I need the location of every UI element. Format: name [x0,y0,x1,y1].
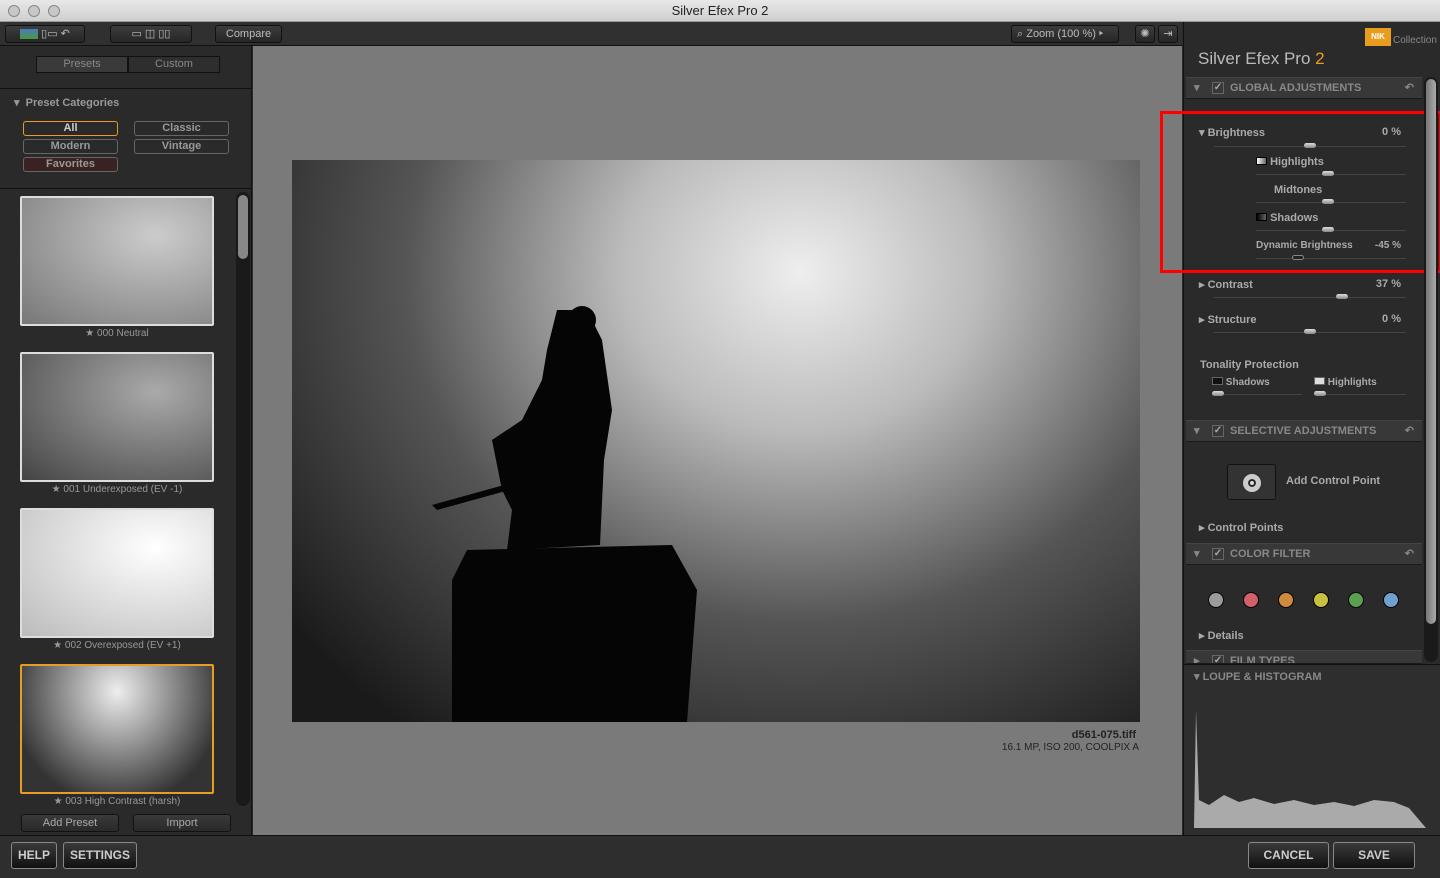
preset-label: ★ 003 High Contrast (harsh) [53,796,181,807]
preset-thumbnail[interactable] [20,352,214,482]
compare-button[interactable]: Compare [215,25,282,43]
tab-presets[interactable]: Presets [36,56,128,73]
zoom-button[interactable]: ⌕ Zoom (100 %) ▸ [1011,25,1119,43]
title-bar: Silver Efex Pro 2 [0,0,1440,22]
color-filter-header[interactable]: ▾ ✓ COLOR FILTER ↶ [1186,543,1422,565]
structure-toggle[interactable]: ▸ Structure [1199,313,1256,326]
bottom-bar: HELP SETTINGS CANCEL SAVE [0,835,1440,878]
statue-silhouette [432,306,697,722]
layout-icon: ▯▭ [41,28,58,40]
control-points-toggle[interactable]: ▸ Control Points [1199,521,1283,534]
category-favorites[interactable]: Favorites [23,157,118,172]
scrollbar-thumb[interactable] [238,195,248,259]
toolbar: ▯▭ ↶ ▭ ◫ ▯▯ Compare ⌕ Zoom (100 %) ▸ ✺ ⇥ [0,22,1182,46]
color-filter-swatch[interactable] [1278,592,1294,608]
image-icon [20,29,39,40]
loupe-histogram-panel: ▾ LOUPE & HISTOGRAM [1184,664,1440,835]
loupe-histogram-header[interactable]: ▾ LOUPE & HISTOGRAM [1194,670,1322,683]
preset-label: ★ 002 Overexposed (EV +1) [53,640,181,651]
add-control-point-label[interactable]: Add Control Point [1286,475,1380,487]
undo-icon[interactable]: ↶ [1405,544,1414,565]
minimize-button[interactable] [28,5,40,17]
tonality-highlights-slider[interactable] [1314,391,1406,396]
selective-checkbox[interactable]: ✓ [1212,425,1224,437]
close-button[interactable] [8,5,20,17]
preset-scrollbar[interactable] [236,192,250,806]
global-adjustments-header[interactable]: ▾ ✓ GLOBAL ADJUSTMENTS ↶ [1186,77,1422,99]
color-filter-checkbox[interactable]: ✓ [1212,548,1224,560]
adjustments-scrollbar[interactable] [1424,77,1438,662]
structure-slider[interactable] [1214,329,1406,334]
tab-custom[interactable]: Custom [128,56,220,73]
zoom-label: Zoom (100 %) [1026,28,1096,40]
preset-categories-header[interactable]: ▾ Preset Categories [14,96,119,109]
color-filter-swatch[interactable] [1348,592,1364,608]
background-light-button[interactable]: ✺ [1135,25,1155,43]
film-types-header[interactable]: ▸ ✓ FILM TYPES [1186,650,1422,664]
preview-image[interactable] [292,160,1140,722]
file-name: d561-075.tiff [1071,729,1136,741]
preset-thumbnail[interactable] [20,508,214,638]
cancel-button[interactable]: CANCEL [1248,842,1329,869]
settings-button[interactable]: SETTINGS [63,842,137,869]
exit-icon: ⇥ [1163,28,1173,40]
help-button[interactable]: HELP [11,842,57,869]
preview-area: d561-075.tiff 16.1 MP, ISO 200, COOLPIX … [253,46,1182,835]
color-filter-swatch[interactable] [1208,592,1224,608]
tonality-protection-label: Tonality Protection [1200,359,1299,371]
control-point-icon [1243,474,1261,492]
film-types-checkbox[interactable]: ✓ [1212,655,1224,663]
selective-adjustments-header[interactable]: ▾ ✓ SELECTIVE ADJUSTMENTS ↶ [1186,420,1422,442]
contrast-value: 37 % [1375,278,1401,290]
save-button[interactable]: SAVE [1333,842,1415,869]
preset-label: ★ 001 Underexposed (EV -1) [51,484,183,495]
undo-icon[interactable]: ↶ [1405,78,1414,99]
light-icon: ✺ [1140,28,1150,40]
histogram [1194,710,1426,828]
structure-value: 0 % [1382,313,1401,325]
color-filter-swatch[interactable] [1243,592,1259,608]
right-panel: NIK Collection Silver Efex Pro 2 ▾ ✓ GLOBA… [1160,22,1440,835]
preset-thumbnail-selected[interactable] [20,664,214,794]
scrollbar-thumb[interactable] [1426,79,1436,624]
category-modern[interactable]: Modern [23,139,118,154]
view-mode-group[interactable]: ▯▭ ↶ [5,25,85,43]
import-button[interactable]: Import [133,814,231,832]
file-info: 16.1 MP, ISO 200, COOLPIX A [1001,742,1139,753]
window-title: Silver Efex Pro 2 [671,3,769,18]
preset-label: ★ 000 Neutral [85,328,149,339]
tonality-shadows-slider[interactable] [1212,391,1302,396]
left-panel: Presets Custom ▾ Preset Categories All C… [0,46,252,835]
color-filter-swatch[interactable] [1383,592,1399,608]
exit-button[interactable]: ⇥ [1158,25,1178,43]
add-control-point-button[interactable] [1227,464,1276,500]
color-filter-swatch[interactable] [1313,592,1329,608]
tonality-shadows-label: Shadows [1212,377,1270,388]
add-preset-button[interactable]: Add Preset [21,814,119,832]
category-vintage[interactable]: Vintage [134,139,229,154]
preset-thumbnail[interactable] [20,196,214,326]
highlight-box [1160,111,1440,273]
category-classic[interactable]: Classic [134,121,229,136]
nik-logo: NIK [1365,28,1391,46]
contrast-toggle[interactable]: ▸ Contrast [1199,278,1253,291]
details-toggle[interactable]: ▸ Details [1199,629,1244,642]
undo-icon[interactable]: ↶ [1405,421,1414,442]
tonality-highlights-label: Highlights [1314,377,1377,388]
single-view-icon: ▭ ◫ ▯▯ [131,28,171,40]
preset-categories-title: Preset Categories [25,97,120,109]
category-all[interactable]: All [23,121,118,136]
search-icon: ⌕ [1017,28,1027,40]
global-checkbox[interactable]: ✓ [1212,82,1224,94]
split-view-group[interactable]: ▭ ◫ ▯▯ [110,25,192,43]
contrast-slider[interactable] [1214,294,1406,299]
product-title: Silver Efex Pro 2 [1198,49,1325,68]
history-icon: ↶ [60,28,70,40]
zoom-window-button[interactable] [48,5,60,17]
brand-collection: Collection [1393,35,1437,46]
